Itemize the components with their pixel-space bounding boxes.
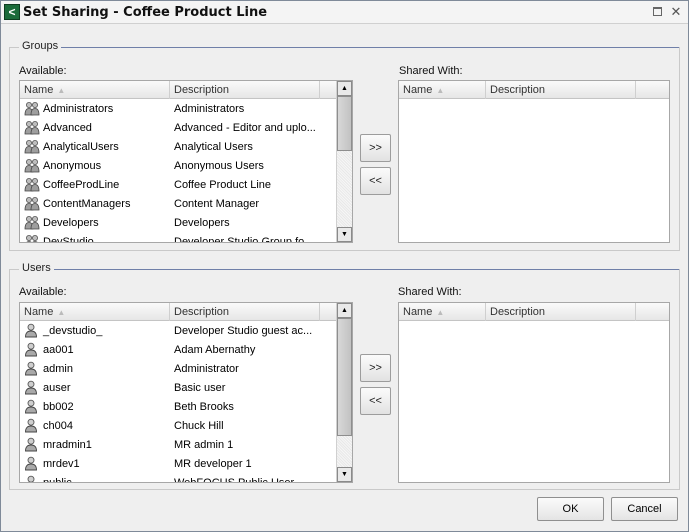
item-name: _devstudio_	[24, 322, 164, 341]
column-header-name[interactable]: Name ▲	[20, 303, 170, 321]
item-name: Developers	[24, 214, 164, 233]
dialog-title: Set Sharing - Coffee Product Line	[23, 5, 268, 20]
groups-shared-label: Shared With:	[399, 65, 463, 77]
users-shared-label: Shared With:	[398, 286, 462, 298]
grid-header: Name ▲ Description	[399, 303, 669, 321]
item-description: Beth Brooks	[174, 401, 234, 413]
item-name: AnalyticalUsers	[24, 138, 164, 157]
item-description: MR developer 1	[174, 458, 252, 470]
cancel-button[interactable]: Cancel	[611, 497, 678, 521]
groups-available-label: Available:	[19, 65, 67, 77]
item-name: ch004	[24, 417, 164, 436]
user-icon	[24, 342, 40, 357]
groups-remove-button[interactable]: <<	[360, 167, 391, 195]
scroll-down-arrow[interactable]: ▼	[337, 467, 352, 482]
groups-available-scrollbar[interactable]: ▲ ▼	[336, 81, 352, 242]
close-button[interactable]: ✕	[669, 5, 683, 19]
group-icon	[24, 177, 40, 192]
item-name: CoffeeProdLine	[24, 176, 164, 195]
scroll-thumb[interactable]	[337, 96, 352, 151]
column-header-description[interactable]: Description	[170, 81, 320, 99]
item-description: Chuck Hill	[174, 420, 224, 432]
item-name: ContentManagers	[24, 195, 164, 214]
user-icon	[24, 380, 40, 395]
group-icon	[24, 215, 40, 230]
grid-header: Name ▲ Description	[20, 303, 352, 321]
scroll-thumb[interactable]	[337, 318, 352, 436]
user-icon	[24, 437, 40, 452]
item-description: Advanced - Editor and uplo...	[174, 122, 316, 134]
users-available-scrollbar[interactable]: ▲ ▼	[336, 303, 352, 482]
app-icon: <	[4, 4, 20, 20]
item-name: Administrators	[24, 100, 164, 119]
item-description: Administrator	[174, 363, 239, 375]
item-name: Advanced	[24, 119, 164, 138]
users-available-grid[interactable]: Name ▲ Description _devstudio_ Developer S…	[19, 302, 353, 483]
user-icon	[24, 323, 40, 338]
grid-header: Name ▲ Description	[399, 81, 669, 99]
groups-add-button[interactable]: >>	[360, 134, 391, 162]
item-description: Analytical Users	[174, 141, 253, 153]
user-icon	[24, 475, 40, 482]
users-divider	[51, 269, 679, 270]
groups-legend: Groups	[19, 40, 62, 52]
column-header-name[interactable]: Name ▲	[399, 81, 486, 99]
grid-header: Name ▲ Description	[20, 81, 352, 99]
item-description: Adam Abernathy	[174, 344, 256, 356]
item-name: public	[24, 474, 164, 482]
group-icon	[24, 120, 40, 135]
users-available-label: Available:	[19, 286, 67, 298]
column-header-description[interactable]: Description	[170, 303, 320, 321]
group-icon	[24, 101, 40, 116]
item-description: Administrators	[174, 103, 245, 115]
item-name: mrdev1	[24, 455, 164, 474]
item-name: aa001	[24, 341, 164, 360]
groups-available-grid[interactable]: Name ▲ Description Administrators Administ…	[19, 80, 353, 243]
item-description: Developer Studio Group fo...	[174, 236, 314, 243]
users-shared-grid[interactable]: Name ▲ Description	[398, 302, 670, 483]
group-icon	[24, 196, 40, 211]
user-icon	[24, 418, 40, 433]
item-name: mradmin1	[24, 436, 164, 455]
item-description: Developer Studio guest ac...	[174, 325, 313, 337]
column-header-description[interactable]: Description	[486, 303, 636, 321]
maximize-button[interactable]	[650, 5, 664, 19]
item-description: MR admin 1	[174, 439, 234, 451]
scroll-up-arrow[interactable]: ▲	[337, 81, 352, 96]
item-description: WebFOCUS Public User	[174, 477, 295, 483]
item-name: DevStudio	[24, 233, 164, 242]
item-description: Content Manager	[174, 198, 259, 210]
user-icon	[24, 361, 40, 376]
groups-divider	[61, 47, 679, 48]
item-name: admin	[24, 360, 164, 379]
group-icon	[24, 234, 40, 242]
groups-shared-grid[interactable]: Name ▲ Description	[398, 80, 670, 243]
item-name: auser	[24, 379, 164, 398]
scroll-up-arrow[interactable]: ▲	[337, 303, 352, 318]
item-description: Developers	[174, 217, 230, 229]
item-description: Anonymous Users	[174, 160, 264, 172]
users-add-button[interactable]: >>	[360, 354, 391, 382]
item-description: Basic user	[174, 382, 226, 394]
user-icon	[24, 399, 40, 414]
group-icon	[24, 139, 40, 154]
column-header-name[interactable]: Name ▲	[20, 81, 170, 99]
set-sharing-dialog: < Set Sharing - Coffee Product Line ✕ Gr…	[0, 0, 689, 532]
maximize-icon	[652, 7, 662, 16]
column-header-description[interactable]: Description	[486, 81, 636, 99]
users-remove-button[interactable]: <<	[360, 387, 391, 415]
scroll-down-arrow[interactable]: ▼	[337, 227, 352, 242]
item-description: Coffee Product Line	[174, 179, 272, 191]
column-header-name[interactable]: Name ▲	[399, 303, 486, 321]
item-name: Anonymous	[24, 157, 164, 176]
ok-button[interactable]: OK	[537, 497, 604, 521]
close-icon: ✕	[670, 4, 682, 19]
title-bar[interactable]: < Set Sharing - Coffee Product Line ✕	[1, 1, 688, 24]
users-legend: Users	[19, 262, 54, 274]
user-icon	[24, 456, 40, 471]
group-icon	[24, 158, 40, 173]
item-name: bb002	[24, 398, 164, 417]
